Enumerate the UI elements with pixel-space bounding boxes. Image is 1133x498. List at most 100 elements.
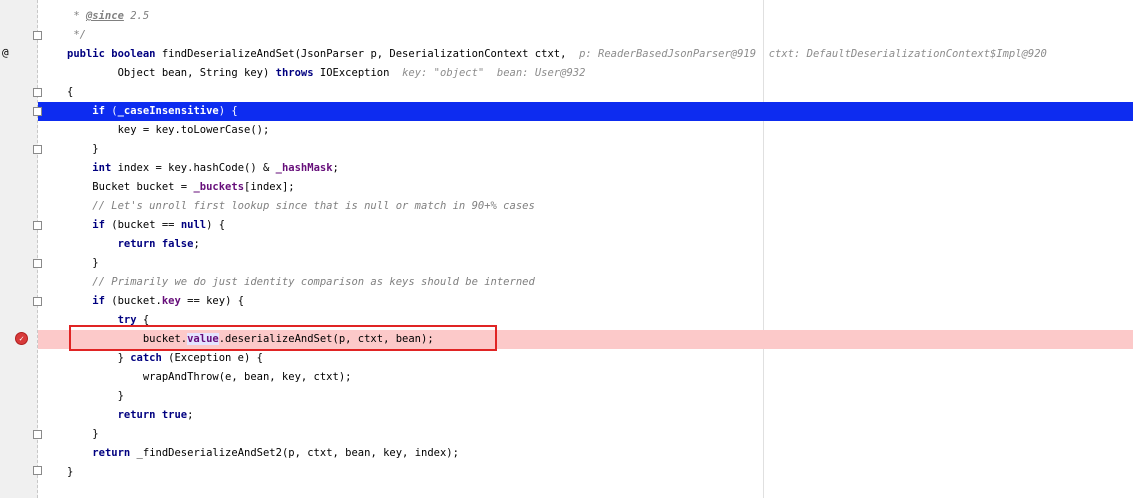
fold-toggle-icon[interactable] xyxy=(33,259,42,268)
code-line-text: Object bean, String key) throws IOExcept… xyxy=(67,66,586,81)
code-line-text: Bucket bucket = _buckets[index]; xyxy=(67,180,295,195)
field-ref: _caseInsensitive xyxy=(117,105,219,117)
code-line[interactable]: if (bucket == null) { xyxy=(0,216,1133,235)
code-line[interactable]: int index = key.hashCode() & _hashMask; xyxy=(0,159,1133,178)
fold-toggle-icon[interactable] xyxy=(33,31,42,40)
fold-toggle-icon[interactable] xyxy=(33,88,42,97)
code-line[interactable]: } xyxy=(0,463,1133,482)
code-line[interactable]: } catch (Exception e) { xyxy=(0,349,1133,368)
code-line-text: } xyxy=(67,389,124,404)
code-line[interactable]: } xyxy=(0,254,1133,273)
code-line-text: } xyxy=(67,256,99,271)
code-text: (bucket. xyxy=(104,295,162,307)
comment: 2.5 xyxy=(123,10,150,22)
code-line-text: // Primarily we do just identity compari… xyxy=(67,275,535,290)
code-line[interactable]: } xyxy=(0,387,1133,406)
keyword: return true xyxy=(117,409,188,421)
code-line-text: key = key.toLowerCase(); xyxy=(67,123,270,138)
code-text: } xyxy=(67,390,124,402)
code-line-text: return _findDeserializeAndSet2(p, ctxt, … xyxy=(67,446,459,461)
code-text: { xyxy=(67,86,74,98)
code-text: ( xyxy=(104,105,118,117)
debug-inline-value: p: ReaderBasedJsonParser@919 ctxt: Defau… xyxy=(579,48,1047,60)
code-text: } xyxy=(67,466,74,478)
code-line[interactable]: Object bean, String key) throws IOExcept… xyxy=(0,64,1133,83)
fold-toggle-icon[interactable] xyxy=(33,107,42,116)
keyword: catch xyxy=(130,352,162,364)
field-ref: _hashMask xyxy=(275,162,333,174)
code-line-text: if (bucket.key == key) { xyxy=(67,294,244,309)
code-text: Bucket bucket = xyxy=(67,181,194,193)
code-text: [index]; xyxy=(244,181,295,193)
execution-point-line[interactable]: if (_caseInsensitive) { xyxy=(38,102,1133,121)
debug-inline-value: key: "object" bean: User@932 xyxy=(402,67,586,79)
code-line[interactable]: Bucket bucket = _buckets[index]; xyxy=(0,178,1133,197)
code-text: (Exception e) { xyxy=(161,352,263,364)
field-ref: key xyxy=(161,295,181,307)
keyword: public boolean xyxy=(67,48,156,60)
code-text: ) { xyxy=(218,105,238,117)
code-line-text: * @since 2.5 xyxy=(67,9,149,24)
code-text: ; xyxy=(193,238,200,250)
fold-toggle-icon[interactable] xyxy=(33,221,42,230)
fold-toggle-icon[interactable] xyxy=(33,466,42,475)
comment: // Let's unroll first lookup since that … xyxy=(67,200,535,212)
keyword: if xyxy=(92,105,105,117)
code-line[interactable]: public boolean findDeserializeAndSet(Jso… xyxy=(0,45,1133,64)
code-line[interactable]: if (bucket.key == key) { xyxy=(0,292,1133,311)
breakpoint-check-icon[interactable]: ✓ xyxy=(15,332,28,345)
code-text: index = key.hashCode() & xyxy=(111,162,276,174)
code-line-text: if (_caseInsensitive) { xyxy=(67,104,238,119)
code-text: Object bean, String key) xyxy=(67,67,276,79)
code-text: key = key.toLowerCase(); xyxy=(67,124,270,136)
code-line-text: public boolean findDeserializeAndSet(Jso… xyxy=(67,47,1047,62)
code-line-text: return true; xyxy=(67,408,194,423)
code-line[interactable]: // Let's unroll first lookup since that … xyxy=(0,197,1133,216)
field-ref: _buckets xyxy=(193,181,245,193)
code-text: } xyxy=(67,143,99,155)
fold-toggle-icon[interactable] xyxy=(33,145,42,154)
code-line[interactable]: */ xyxy=(0,26,1133,45)
code-line-text: } xyxy=(67,465,73,480)
comment: */ xyxy=(67,29,86,41)
code-text: IOException xyxy=(313,67,403,79)
code-line-text: wrapAndThrow(e, bean, key, ctxt); xyxy=(67,370,352,385)
code-line[interactable]: * @since 2.5 xyxy=(0,7,1133,26)
code-line-text: return false; xyxy=(67,237,200,252)
code-text: } xyxy=(67,428,99,440)
code-line-text: { xyxy=(67,85,73,100)
code-text: == key) { xyxy=(180,295,245,307)
keyword: int xyxy=(92,162,112,174)
code-line[interactable]: { xyxy=(0,83,1133,102)
highlight-annotation-box xyxy=(69,325,497,351)
code-line[interactable]: } xyxy=(0,425,1133,444)
code-line-text: int index = key.hashCode() & _hashMask; xyxy=(67,161,339,176)
keyword: throws xyxy=(275,67,314,79)
code-line[interactable]: return _findDeserializeAndSet2(p, ctxt, … xyxy=(0,444,1133,463)
code-line[interactable]: } xyxy=(0,140,1133,159)
code-text: findDeserializeAndSet(JsonParser p, Dese… xyxy=(155,48,580,60)
code-line[interactable]: key = key.toLowerCase(); xyxy=(0,121,1133,140)
code-line[interactable]: return false; xyxy=(0,235,1133,254)
code-line[interactable]: wrapAndThrow(e, bean, key, ctxt); xyxy=(0,368,1133,387)
keyword: return false xyxy=(117,238,194,250)
fold-toggle-icon[interactable] xyxy=(33,297,42,306)
code-text: ; xyxy=(332,162,339,174)
code-text: ) { xyxy=(206,219,226,231)
code-text: _findDeserializeAndSet2(p, ctxt, bean, k… xyxy=(130,447,459,459)
code-line-text: } xyxy=(67,142,99,157)
comment: // Primarily we do just identity compari… xyxy=(67,276,535,288)
code-line[interactable]: return true; xyxy=(0,406,1133,425)
keyword: if xyxy=(92,295,105,307)
code-text: } xyxy=(67,257,99,269)
code-line[interactable]: // Primarily we do just identity compari… xyxy=(0,273,1133,292)
fold-toggle-icon[interactable] xyxy=(33,430,42,439)
override-icon[interactable]: @ xyxy=(2,47,9,58)
code-text: } xyxy=(67,352,131,364)
